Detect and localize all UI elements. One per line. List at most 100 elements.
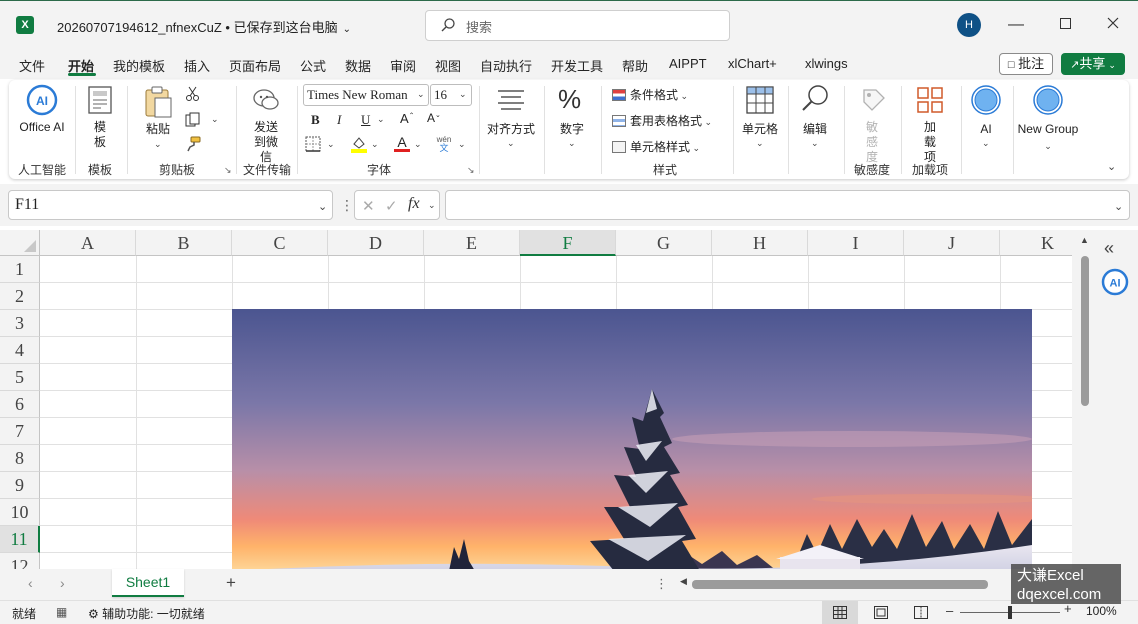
scroll-left-icon[interactable]: ◀ [680,576,687,587]
column-header-b[interactable]: B [136,230,232,256]
zoom-out-icon[interactable]: – [946,603,953,618]
scroll-up-icon[interactable]: ▲ [1080,235,1089,245]
column-header-e[interactable]: E [424,230,520,256]
tab-xlwings[interactable]: xlwings [805,56,848,71]
tab-xlchart[interactable]: xlChart+ [728,56,777,71]
page-layout-view-icon[interactable] [874,606,888,622]
font-color-button[interactable]: A [394,134,410,152]
comments-button[interactable]: □ 批注 [999,53,1053,75]
select-all-corner[interactable] [0,230,40,256]
row-header-6[interactable]: 6 [0,391,40,418]
tab-data[interactable]: 数据 [345,56,371,75]
zoom-in-icon[interactable]: + [1064,601,1072,616]
macro-record-icon[interactable]: ▦ [56,605,67,619]
share-button[interactable]: ↗共享 ⌄ [1061,53,1125,75]
row-header-1[interactable]: 1 [0,256,40,283]
sheet-tab[interactable]: Sheet1 [112,569,184,597]
collapse-ribbon-icon[interactable]: ⌄ [1107,160,1116,173]
chevron-down-icon[interactable]: ⌄ [458,139,466,150]
row-header-4[interactable]: 4 [0,337,40,364]
column-header-a[interactable]: A [40,230,136,256]
row-header-3[interactable]: 3 [0,310,40,337]
borders-icon[interactable] [305,136,321,155]
office-ai-button[interactable]: AI Office AI [15,84,69,159]
conditional-format-button[interactable]: 条件格式 ⌄ [612,86,688,103]
number-format-button[interactable]: % 数字 ⌄ [548,84,596,159]
chevron-down-icon[interactable]: ⌄ [318,200,327,213]
shrink-font-button[interactable]: A⌄ [427,111,441,125]
row-header-9[interactable]: 9 [0,472,40,499]
tab-automate[interactable]: 自动执行 [480,56,532,75]
editing-button[interactable]: 编辑 ⌄ [792,84,838,159]
column-header-j[interactable]: J [904,230,1000,256]
vertical-scroll-thumb[interactable] [1081,256,1089,406]
zoom-level[interactable]: 100% [1086,604,1117,618]
chevron-down-icon[interactable]: ⌄ [371,139,379,150]
horizontal-scroll-thumb[interactable] [692,580,988,589]
more-options-icon[interactable]: ⋮ [340,197,354,214]
row-header-8[interactable]: 8 [0,445,40,472]
new-group-button[interactable]: New Group ⌄ [1017,84,1079,159]
fill-color-icon[interactable] [350,135,368,156]
row-header-7[interactable]: 7 [0,418,40,445]
italic-button[interactable]: I [337,112,341,128]
enter-check-icon[interactable]: ✓ [385,197,398,215]
vertical-scrollbar[interactable]: ▲ ▼ [1080,235,1090,576]
cancel-icon[interactable]: ✕ [362,197,375,215]
tab-developer[interactable]: 开发工具 [551,56,603,75]
column-header-d[interactable]: D [328,230,424,256]
dialog-launcher-icon[interactable]: ↘ [467,165,475,176]
template-button[interactable]: 模板 [79,84,121,159]
tab-file[interactable]: 文件 [19,56,45,75]
prev-sheet-icon[interactable]: ‹ [28,575,33,591]
cells-button[interactable]: 单元格 ⌄ [737,84,783,159]
chevron-down-icon[interactable]: ⌄ [377,114,385,125]
page-break-view-icon[interactable] [914,606,928,622]
tab-help[interactable]: 帮助 [622,56,648,75]
search-box[interactable]: 搜索 [425,10,730,41]
format-as-table-button[interactable]: 套用表格格式 ⌄ [612,112,712,129]
sensitivity-button[interactable]: 敏感度 [849,84,895,164]
copy-icon[interactable] [185,112,201,131]
next-sheet-icon[interactable]: › [60,575,65,591]
tab-my-templates[interactable]: 我的模板 [113,56,165,75]
avatar[interactable]: H [957,13,981,37]
row-header-11[interactable]: 11 [0,526,40,553]
tab-aippt[interactable]: AIPPT [669,56,707,71]
send-to-wechat-button[interactable]: 发送到微信 [241,84,291,164]
embedded-picture[interactable] [232,309,1032,569]
column-header-h[interactable]: H [712,230,808,256]
phonetic-guide-button[interactable]: wén 文 [435,135,453,153]
row-header-2[interactable]: 2 [0,283,40,310]
chevron-down-icon[interactable]: ⌄ [211,114,219,125]
cell-styles-button[interactable]: 单元格样式 ⌄ [612,138,700,155]
dialog-launcher-icon[interactable]: ↘ [224,165,232,176]
chevron-down-icon[interactable]: ⌄ [428,200,436,211]
name-box[interactable]: F11 [8,190,333,220]
tab-insert[interactable]: 插入 [184,56,210,75]
font-name-select[interactable]: Times New Roman [303,84,429,106]
tab-review[interactable]: 审阅 [390,56,416,75]
ai-assistant-icon[interactable]: AI [1101,268,1129,296]
collapse-pane-icon[interactable]: « [1104,238,1114,259]
row-header-10[interactable]: 10 [0,499,40,526]
column-header-g[interactable]: G [616,230,712,256]
alignment-button[interactable]: 对齐方式 ⌄ [483,84,539,159]
paste-button[interactable]: 粘贴 ⌄ [139,84,177,159]
normal-view-button[interactable] [822,601,858,624]
maximize-icon[interactable] [1055,15,1075,35]
add-sheet-button[interactable]: + [226,573,236,593]
chevron-down-icon[interactable]: ⌄ [414,139,422,150]
tab-formulas[interactable]: 公式 [300,56,326,75]
row-header-12[interactable]: 12 [0,553,40,569]
ai-button[interactable]: AI ⌄ [965,84,1007,159]
formula-input[interactable]: ⌄ [445,190,1130,220]
addins-button[interactable]: 加载项 [905,84,955,164]
column-header-f[interactable]: F [520,230,616,256]
row-header-5[interactable]: 5 [0,364,40,391]
close-icon[interactable] [1103,15,1123,35]
bold-button[interactable]: B [311,112,320,128]
document-title[interactable]: 20260707194612_nfnexCuZ • 已保存到这台电脑 ⌄ [57,17,351,36]
cut-icon[interactable] [185,86,201,105]
column-header-c[interactable]: C [232,230,328,256]
